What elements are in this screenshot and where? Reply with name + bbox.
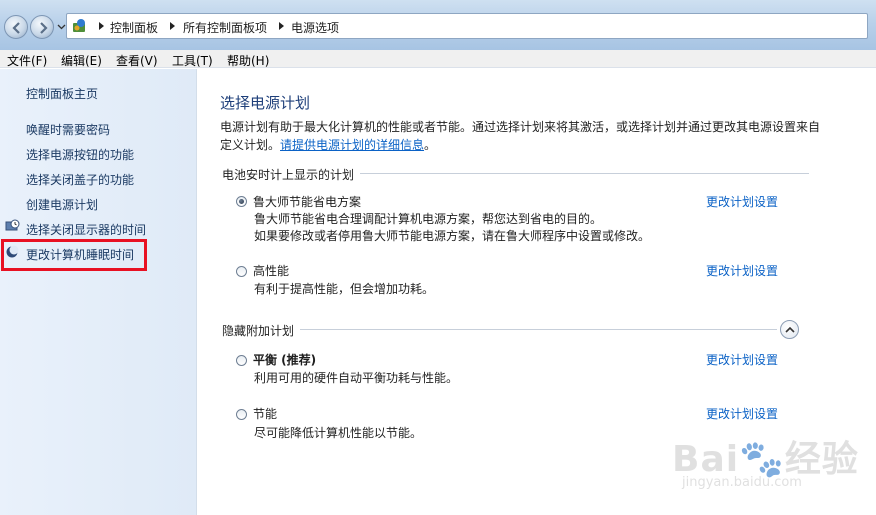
plan-details-link[interactable]: 请提供电源计划的详细信息 [280,138,424,152]
menu-edit[interactable]: 编辑(E) [61,52,102,69]
plan-desc-line: 鲁大师节能省电合理调配计算机电源方案，帮您达到省电的目的。 [254,212,603,226]
section-title-hidden-plans: 隐藏附加计划 [222,322,301,339]
back-button[interactable] [4,15,28,39]
section-title-battery-plans: 电池安时计上显示的计划 [222,166,361,183]
plan-desc-high-performance: 有利于提高性能，但会增加功耗。 [254,282,435,296]
back-arrow-icon [12,22,20,34]
plan-radio-power-saver[interactable] [236,409,247,420]
collapse-button[interactable] [780,320,799,339]
monitor-clock-icon [5,219,20,231]
breadcrumb[interactable]: 控制面板 所有控制面板项 电源选项 [66,13,868,39]
change-plan-settings-link[interactable]: 更改计划设置 [706,262,778,279]
recent-pages-dropdown-icon[interactable] [57,22,66,31]
highlight-box [1,239,147,271]
breadcrumb-control-panel[interactable]: 控制面板 [110,19,158,36]
forward-arrow-icon [40,22,48,34]
control-panel-icon [73,19,85,32]
sidebar-item-control-panel-home[interactable]: 控制面板主页 [26,85,98,102]
baidu-jingyan-watermark: Bai🐾经验 jingyan.baidu.com [672,420,872,500]
menu-view[interactable]: 查看(V) [116,52,158,69]
plan-desc-line: 如果要修改或者停用鲁大师节能电源方案，请在鲁大师程序中设置或修改。 [254,229,651,243]
change-plan-settings-link[interactable]: 更改计划设置 [706,193,778,210]
forward-button[interactable] [30,15,54,39]
plan-radio-balanced[interactable] [236,355,247,366]
breadcrumb-separator-icon[interactable] [170,22,175,30]
plan-desc-balanced: 利用可用的硬件自动平衡功耗与性能。 [254,371,459,385]
page-description: 电源计划有助于最大化计算机的性能或者节能。通过选择计划来将其激活，或选择计划并通… [220,118,820,154]
plan-name-power-saver[interactable]: 节能 [253,405,277,422]
plan-name-high-performance[interactable]: 高性能 [253,262,289,279]
chevron-up-icon [785,326,795,333]
plan-name-ludashi[interactable]: 鲁大师节能省电方案 [253,193,361,210]
menu-tools[interactable]: 工具(T) [172,52,213,69]
sidebar-item-create-plan[interactable]: 创建电源计划 [26,196,98,213]
change-plan-settings-link[interactable]: 更改计划设置 [706,351,778,368]
breadcrumb-power-options[interactable]: 电源选项 [291,19,339,36]
breadcrumb-separator-icon[interactable] [99,22,104,30]
plan-name-balanced[interactable]: 平衡 (推荐) [253,351,316,368]
sidebar-item-power-button[interactable]: 选择电源按钮的功能 [26,146,134,163]
sidebar-item-lid-close[interactable]: 选择关闭盖子的功能 [26,171,134,188]
menu-bar: 文件(F) 编辑(E) 查看(V) 工具(T) 帮助(H) [0,50,876,68]
address-bar-area: 控制面板 所有控制面板项 电源选项 [0,0,876,50]
watermark-url: jingyan.baidu.com [682,475,802,490]
plan-desc-power-saver: 尽可能降低计算机性能以节能。 [254,426,423,440]
sidebar-item-display-off[interactable]: 选择关闭显示器的时间 [26,221,146,238]
plan-radio-high-performance[interactable] [236,266,247,277]
breadcrumb-all-items[interactable]: 所有控制面板项 [183,19,267,36]
menu-help[interactable]: 帮助(H) [227,52,269,69]
sidebar-item-wake-password[interactable]: 唤醒时需要密码 [26,121,110,138]
menu-file[interactable]: 文件(F) [7,52,47,69]
page-title: 选择电源计划 [220,94,311,112]
plan-desc-ludashi: 鲁大师节能省电合理调配计算机电源方案，帮您达到省电的目的。 如果要修改或者停用鲁… [254,211,650,245]
description-end: 。 [424,138,437,152]
section-divider [222,329,777,330]
breadcrumb-separator-icon[interactable] [279,22,284,30]
plan-radio-ludashi[interactable] [236,196,247,207]
